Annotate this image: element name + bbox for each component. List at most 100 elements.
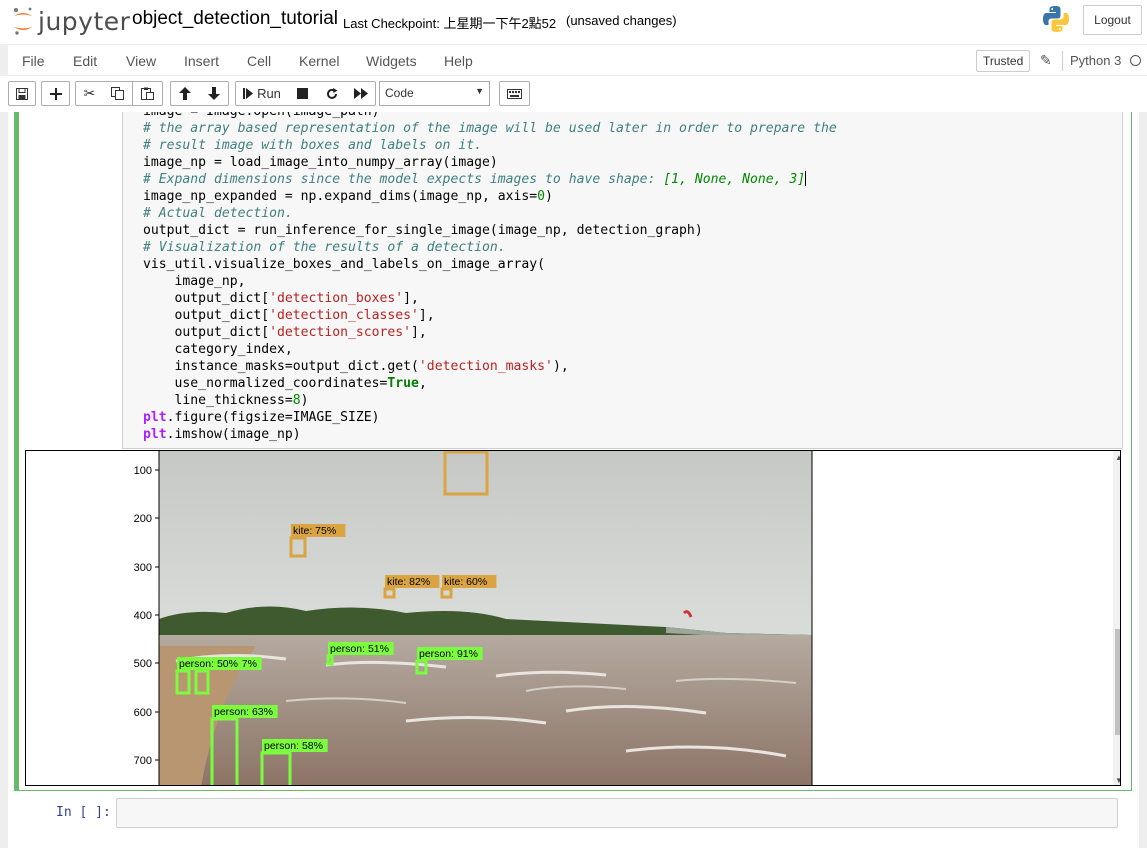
menubar: File Edit View Insert Cell Kernel Widget… (8, 44, 1147, 76)
detection-result-plot: 100200300400500600700 kite: 76%kite: 75%… (134, 451, 813, 785)
jupyter-logo-text: jupyter (38, 6, 131, 36)
y-tick-label: 100 (134, 465, 152, 477)
scrollbar-thumb[interactable] (1115, 629, 1120, 735)
cell-type-value: Code (385, 86, 414, 100)
detection-label: person: 58% (264, 740, 323, 752)
detection-label: kite: 60% (444, 576, 487, 588)
menu-view[interactable]: View (126, 53, 156, 69)
menu-kernel[interactable]: Kernel (299, 53, 339, 69)
dropdown-caret-icon: ▼ (475, 86, 484, 96)
command-palette-button[interactable] (499, 81, 530, 106)
logout-button[interactable]: Logout (1083, 5, 1142, 35)
notebook-name[interactable]: object_detection_tutorial (132, 8, 338, 30)
scissors-icon: ✂ (83, 85, 96, 101)
detection-label: person: 51% (330, 643, 389, 655)
plus-icon (49, 87, 62, 100)
code-line: image_np_expanded = np.expand_dims(image… (143, 189, 553, 204)
code-line: image_np = load_image_into_numpy_array(i… (143, 155, 498, 170)
y-tick-label: 200 (134, 513, 152, 525)
save-icon (16, 87, 28, 100)
kernel-idle-indicator-icon (1130, 55, 1141, 66)
menu-widgets[interactable]: Widgets (366, 53, 417, 69)
y-tick-label: 300 (134, 562, 152, 574)
detection-label: kite: 82% (387, 576, 430, 588)
fast-forward-icon (353, 88, 368, 99)
code-line: instance_masks=output_dict.get('detectio… (143, 359, 569, 374)
detection-label: person: 63% (214, 706, 273, 718)
menu-insert[interactable]: Insert (184, 53, 219, 69)
keyboard-icon (507, 88, 522, 99)
y-tick-label: 400 (134, 610, 152, 622)
header: jupyter object_detection_tutorial Last C… (0, 0, 1147, 44)
python-logo-icon (1043, 6, 1069, 32)
stop-icon (297, 88, 308, 99)
code-text[interactable]: image = Image.open(image_path)# the arra… (143, 112, 837, 443)
code-line: image_np, (143, 274, 246, 289)
edit-mode-pencil-icon: ✎ (1040, 52, 1052, 68)
paste-icon (141, 87, 154, 100)
code-line: # the array based representation of the … (143, 121, 837, 136)
photo (159, 451, 812, 785)
scroll-down-arrow-icon[interactable]: ▼ (1115, 776, 1120, 785)
output-scrollbar[interactable]: ▲ ▼ (1113, 451, 1120, 785)
arrow-up-icon (179, 87, 191, 100)
notebook-area: image = Image.open(image_path)# the arra… (0, 112, 1147, 848)
y-tick-label: 500 (134, 658, 152, 670)
code-editor[interactable]: image = Image.open(image_path)# the arra… (122, 112, 1123, 449)
jupyter-logo[interactable]: jupyter (12, 4, 130, 38)
run-cell-button[interactable]: Run (235, 81, 289, 106)
code-line: output_dict['detection_boxes'], (143, 291, 419, 306)
move-cell-down-button[interactable] (199, 81, 229, 106)
jupyter-logo-icon (14, 7, 32, 35)
code-line: output_dict['detection_scores'], (143, 325, 427, 340)
checkpoint-status: Last Checkpoint: 上星期一下午2點52 (343, 16, 557, 31)
code-line: output_dict['detection_classes'], (143, 308, 435, 323)
arrow-down-icon (207, 87, 220, 100)
cell-output: 100200300400500600700 kite: 76%kite: 75%… (25, 450, 1121, 786)
menu-edit[interactable]: Edit (73, 53, 97, 69)
toolbar: ✂ Run Code ▼ (0, 76, 1147, 112)
code-line: image = Image.open(image_path) (143, 112, 837, 120)
code-line: plt.figure(figsize=IMAGE_SIZE) (143, 410, 380, 425)
detection-label: person: 91% (419, 648, 478, 660)
menu-cell[interactable]: Cell (247, 53, 271, 69)
notebook-page: image = Image.open(image_path)# the arra… (8, 112, 1139, 848)
input-prompt: In [ ]: (56, 805, 111, 820)
trusted-indicator[interactable]: Trusted (976, 50, 1031, 72)
insert-cell-below-button[interactable] (41, 81, 70, 106)
unsaved-changes-indicator: (unsaved changes) (566, 13, 677, 28)
restart-kernel-button[interactable] (317, 81, 347, 106)
copy-cells-button[interactable] (103, 81, 133, 106)
scroll-up-arrow-icon[interactable]: ▲ (1115, 453, 1120, 462)
code-line: # Expand dimensions since the model expe… (143, 171, 807, 187)
code-line: output_dict = run_inference_for_single_i… (143, 223, 703, 238)
cut-cells-button[interactable]: ✂ (75, 81, 104, 106)
code-line: vis_util.visualize_boxes_and_labels_on_i… (143, 257, 546, 272)
code-line: plt.imshow(image_np) (143, 427, 301, 442)
y-ticks: 100 200 300 400 500 600 700 (134, 465, 159, 767)
save-button[interactable] (8, 81, 36, 106)
y-tick-label: 600 (134, 707, 152, 719)
kernel-name[interactable]: Python 3 (1070, 53, 1121, 68)
detection-label: person: 50% (179, 658, 238, 670)
jupyter-notebook-window: jupyter object_detection_tutorial Last C… (0, 0, 1147, 848)
code-line: # Actual detection. (143, 206, 293, 221)
copy-icon (111, 87, 124, 100)
restart-run-all-button[interactable] (346, 81, 376, 106)
restart-icon (326, 87, 337, 99)
selected-code-cell[interactable]: image = Image.open(image_path)# the arra… (14, 112, 1132, 791)
move-cell-up-button[interactable] (170, 81, 200, 106)
paste-cells-button[interactable] (133, 81, 163, 106)
run-label: Run (257, 86, 281, 101)
code-line: # Visualization of the results of a dete… (143, 240, 506, 255)
cell-type-select[interactable]: Code ▼ (379, 81, 490, 106)
menu-file[interactable]: File (22, 53, 45, 69)
empty-code-editor[interactable] (116, 798, 1118, 828)
menu-help[interactable]: Help (444, 53, 473, 69)
y-tick-label: 700 (134, 755, 152, 767)
code-line: use_normalized_coordinates=True, (143, 376, 427, 391)
code-line: # result image with boxes and labels on … (143, 138, 482, 153)
detection-label: kite: 75% (293, 525, 336, 537)
step-forward-icon (243, 88, 254, 99)
interrupt-kernel-button[interactable] (288, 81, 318, 106)
